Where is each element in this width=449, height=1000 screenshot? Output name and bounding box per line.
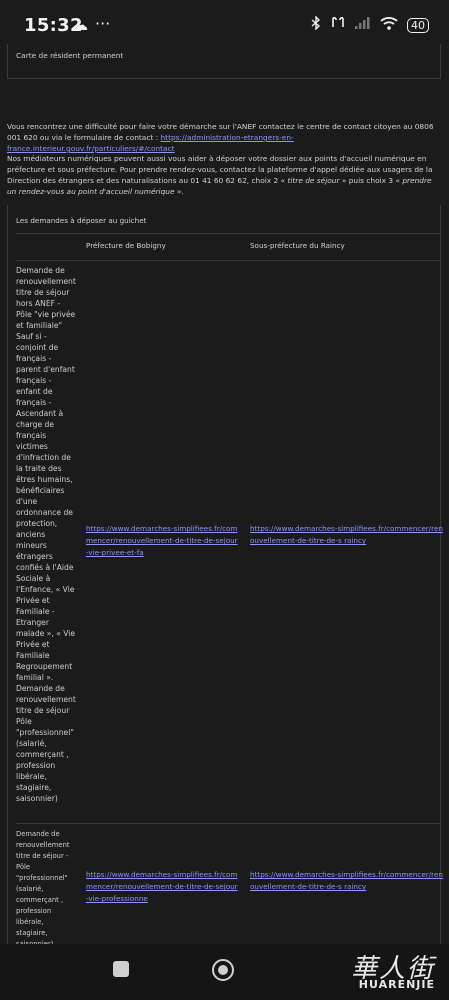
document-card-label: Carte de résident permanent [16,51,124,60]
row-label-vie-privee: Demande de renouvellement titre de séjou… [16,266,76,803]
watermark-latin: HUARENJIE [358,978,435,991]
cloud-icon: ☁ [73,16,88,34]
page-content: Carte de résident permanent Vous rencont… [0,44,449,944]
bluetooth-icon [311,15,321,34]
status-bar: 15:32 ☁ ··· 40 [0,0,449,44]
bobigny-vie-privee-link[interactable]: https://www.demarches-simplifiees.fr/com… [86,523,238,559]
mediators-paragraph: Nos médiateurs numériques peuvent aussi … [7,153,441,197]
column-header-bobigny: Préfecture de Bobigny [86,241,166,250]
column-header-raincy: Sous-préfecture du Raincy [250,241,345,250]
mediators-text-2: » puis choix 3 « [339,176,403,185]
watermark-logo: 華人街 HUARENJIE [293,948,443,996]
contact-paragraph: Vous rencontrez une difficulté pour fair… [7,121,441,154]
header-divider [16,260,440,261]
wifi-icon [380,16,398,34]
document-card: Carte de résident permanent [7,44,441,79]
table-caption: Les demandes à déposer au guichet [16,216,147,225]
status-icons: 40 [311,15,429,34]
navigation-bar: 華人街 HUARENJIE [0,944,449,1000]
home-button[interactable] [212,959,234,981]
battery-icon: 40 [407,17,429,33]
signal-icon [355,17,371,33]
raincy-professionnel-link[interactable]: https://www.demarches-simplifiees.fr/com… [250,869,446,893]
table-divider [16,233,440,234]
desk-requests-table: Les demandes à déposer au guichet Préfec… [7,205,443,944]
recent-apps-button[interactable] [113,961,129,977]
raincy-vie-privee-link[interactable]: https://www.demarches-simplifiees.fr/com… [250,523,446,547]
row-divider [16,823,440,824]
more-notifications-icon: ··· [95,14,111,33]
earbuds-icon [330,16,346,34]
row-label-professionnel: Demande de renouvellement titre de séjou… [16,830,70,944]
mediators-text-3: ». [174,187,184,196]
bobigny-professionnel-link[interactable]: https://www.demarches-simplifiees.fr/com… [86,869,238,905]
mediators-italic-1: titre de séjour [287,176,340,185]
